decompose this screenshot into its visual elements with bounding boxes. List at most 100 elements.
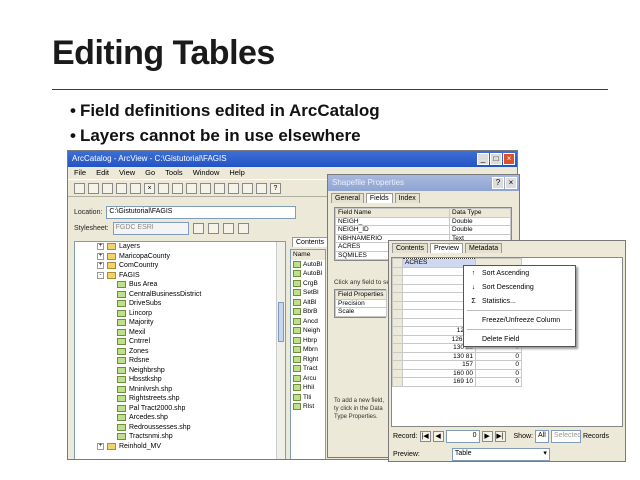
globe-icon[interactable] <box>228 182 239 194</box>
acres-cell[interactable]: 130 81 <box>402 351 476 361</box>
contents-item[interactable]: AltBl <box>291 298 325 308</box>
minimize-button[interactable]: _ <box>477 153 489 165</box>
contents-item[interactable]: AutoBl <box>291 260 325 270</box>
menu-view[interactable]: View <box>119 168 135 178</box>
tree-item[interactable]: + Layers <box>75 242 285 252</box>
field-name-cell[interactable]: NEIGH_ID <box>335 225 450 235</box>
contents-item[interactable]: Neigh <box>291 326 325 336</box>
expand-toggle-icon[interactable]: + <box>97 262 104 270</box>
catalog-titlebar[interactable]: ArcCatalog - ArcView - C:\Gistutorial\FA… <box>68 151 517 167</box>
data-type-cell[interactable]: Double <box>449 225 511 235</box>
show-selected-button[interactable]: Selected <box>550 430 581 443</box>
contents-item[interactable]: Ancd <box>291 317 325 327</box>
next-cell[interactable]: 0 <box>475 360 522 370</box>
connect-folder-icon[interactable] <box>88 182 99 194</box>
table-row[interactable]: 157 0 <box>392 360 522 370</box>
preview-type-select[interactable]: Table ▾ <box>451 448 550 461</box>
tree-item[interactable]: Tractsnmi.shp <box>75 432 285 442</box>
row-selector[interactable] <box>392 360 403 370</box>
expand-toggle-icon[interactable]: - <box>97 271 104 279</box>
row-selector[interactable] <box>392 266 403 276</box>
menu-help[interactable]: Help <box>229 168 244 178</box>
row-selector[interactable] <box>392 283 403 293</box>
properties-close-button[interactable]: × <box>505 177 517 189</box>
show-all-button[interactable]: All <box>534 430 549 443</box>
large-icons-icon[interactable] <box>158 182 169 194</box>
close-button[interactable]: × <box>503 153 515 165</box>
maximize-button[interactable]: □ <box>490 153 502 165</box>
tree-item[interactable]: Bus Area <box>75 280 285 290</box>
tab-general[interactable]: General <box>331 193 364 203</box>
row-selector[interactable] <box>392 377 403 387</box>
tree-item[interactable]: + MaricopaCounty <box>75 252 285 262</box>
contents-item[interactable]: CrgB <box>291 279 325 289</box>
contents-item[interactable]: Rlght <box>291 355 325 365</box>
tree-item[interactable]: CentralBusinessDistrict <box>75 290 285 300</box>
contents-header[interactable]: Name <box>291 250 325 260</box>
table-row[interactable]: 169 10 0 <box>392 377 522 387</box>
last-record-icon[interactable]: ▶| <box>494 431 506 442</box>
up-folder-icon[interactable] <box>74 182 85 194</box>
tab-preview[interactable]: Preview <box>430 243 463 253</box>
menu-item[interactable]: Σ Statistics... <box>464 294 575 308</box>
contents-item[interactable]: Arcu <box>291 374 325 384</box>
tree-item[interactable]: Hbsstkshp <box>75 375 285 385</box>
row-selector[interactable] <box>392 351 403 361</box>
tree-item[interactable]: + Reinhold_MV <box>75 442 285 452</box>
expand-toggle-icon[interactable]: + <box>97 252 104 260</box>
tree-item[interactable]: Pal Tract2000.shp <box>75 404 285 414</box>
tree-item[interactable]: Mninlvrsh.shp <box>75 385 285 395</box>
contents-item[interactable]: Rlst <box>291 402 325 412</box>
prop-scale[interactable]: Scale <box>335 307 387 317</box>
contents-item[interactable]: SetBl <box>291 288 325 298</box>
row-selector[interactable] <box>392 300 403 310</box>
contents-item[interactable]: Tlli <box>291 393 325 403</box>
field-name-cell[interactable]: NEIGH_ <box>335 216 450 226</box>
thumbnails-icon[interactable] <box>200 182 211 194</box>
tree-item[interactable]: Redroussesses.shp <box>75 423 285 433</box>
tab-fields[interactable]: Fields <box>365 193 393 203</box>
paste-icon[interactable] <box>130 182 141 194</box>
tree-item[interactable]: Mexil <box>75 328 285 338</box>
menu-file[interactable]: File <box>74 168 86 178</box>
col-field-name[interactable]: Field Name <box>335 208 450 218</box>
table-row[interactable]: NEIGH_ Double <box>335 216 511 226</box>
details-icon[interactable] <box>186 182 197 194</box>
list-icon[interactable] <box>172 182 183 194</box>
col-data-type[interactable]: Data Type <box>449 208 511 218</box>
arctoolbox-icon[interactable] <box>256 182 267 194</box>
contents-item[interactable]: Hbrp <box>291 336 325 346</box>
menu-tools[interactable]: Tools <box>165 168 183 178</box>
metadata-export-icon[interactable] <box>237 223 249 234</box>
acres-cell[interactable]: 160 00 <box>402 368 476 378</box>
first-record-icon[interactable]: |◀ <box>419 431 431 442</box>
disconnect-icon[interactable] <box>102 182 113 194</box>
data-type-cell[interactable]: Double <box>449 216 511 226</box>
tree-item[interactable]: Rdsne <box>75 356 285 366</box>
next-cell[interactable]: 0 <box>475 368 522 378</box>
next-record-icon[interactable]: ▶ <box>481 431 493 442</box>
tree-scrollbar[interactable] <box>276 242 285 459</box>
row-selector[interactable] <box>392 368 403 378</box>
tree-item[interactable]: Cntrrel <box>75 337 285 347</box>
tree-item[interactable]: Neighbrshp <box>75 366 285 376</box>
tree-item[interactable]: + ComCountry <box>75 261 285 271</box>
search-icon[interactable] <box>242 182 253 194</box>
metadata-import-icon[interactable] <box>222 223 234 234</box>
tree-item[interactable]: Lincorp <box>75 309 285 319</box>
expand-toggle-icon[interactable]: + <box>97 243 104 251</box>
row-selector[interactable] <box>392 309 403 319</box>
contents-item[interactable]: BbrB <box>291 307 325 317</box>
acres-cell[interactable]: 169 10 <box>402 377 476 387</box>
next-cell[interactable]: 0 <box>475 377 522 387</box>
table-row[interactable]: 160 00 0 <box>392 368 522 378</box>
tree-item[interactable]: DriveSubs <box>75 299 285 309</box>
tab-contents-preview[interactable]: Contents <box>392 243 429 253</box>
row-selector[interactable] <box>392 292 403 302</box>
row-selector[interactable] <box>392 326 403 336</box>
tree-item[interactable]: Rightstreets.shp <box>75 394 285 404</box>
menu-edit[interactable]: Edit <box>96 168 109 178</box>
tree-item[interactable]: Zones <box>75 347 285 357</box>
location-input[interactable]: C:\Gistutorial\FAGIS <box>106 206 297 219</box>
metadata-edit-icon[interactable] <box>192 223 204 234</box>
